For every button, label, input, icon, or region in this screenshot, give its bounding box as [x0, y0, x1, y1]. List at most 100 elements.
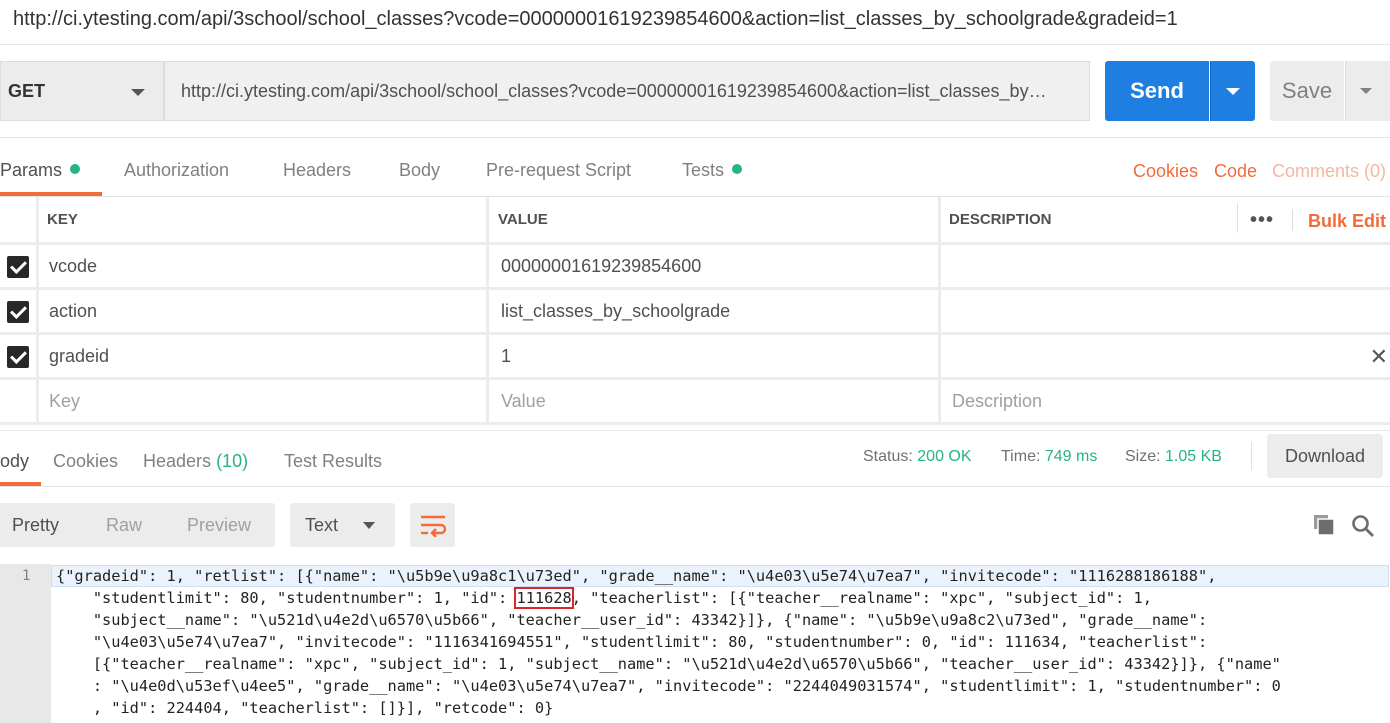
checkbox-checked-icon[interactable]	[7, 255, 29, 278]
cookies-link[interactable]: Cookies	[1133, 161, 1198, 182]
tab-params[interactable]: Params	[0, 160, 81, 181]
divider	[0, 430, 1390, 431]
code-text: , "teacherlist": [{"teacher__realname": …	[571, 589, 1152, 607]
row-checkbox-cell	[0, 245, 36, 288]
column-header-description: DESCRIPTION ••• Bulk Edit	[941, 197, 1390, 242]
new-description-input[interactable]: Description	[941, 380, 1390, 423]
bulk-edit-link[interactable]: Bulk Edit	[1308, 211, 1386, 232]
code-text: , "id": 224404, "teacherlist": []}], "re…	[56, 699, 554, 717]
param-description[interactable]: ✕	[941, 335, 1390, 378]
new-value-input[interactable]: Value	[489, 380, 938, 423]
code-line: "studentlimit": 80, "studentnumber": 1, …	[56, 587, 1152, 609]
save-options-button[interactable]	[1345, 61, 1390, 121]
tab-test-results[interactable]: Test Results	[284, 451, 382, 472]
view-preview-button[interactable]: Preview	[187, 515, 251, 536]
send-options-button[interactable]	[1210, 61, 1255, 121]
highlighted-id: 111628	[514, 587, 574, 609]
format-select[interactable]: Text	[290, 503, 395, 547]
param-key[interactable]: vcode	[39, 245, 486, 288]
tab-label: Tests	[682, 160, 725, 180]
tab-body[interactable]: Body	[399, 160, 440, 181]
code-link[interactable]: Code	[1214, 161, 1257, 182]
param-value[interactable]: 00000001619239854600	[489, 245, 938, 288]
divider	[0, 137, 1390, 138]
time-readout: Time: 749 ms	[1001, 448, 1097, 466]
tab-response-body[interactable]: ody	[0, 451, 29, 472]
param-value[interactable]: list_classes_by_schoolgrade	[489, 290, 938, 333]
url-input[interactable]: http://ci.ytesting.com/api/3school/schoo…	[164, 61, 1090, 121]
checkbox-checked-icon[interactable]	[7, 345, 29, 368]
code-text: [{"teacher__realname": "xpc", "subject_i…	[56, 655, 1281, 673]
code-line: {"gradeid": 1, "retlist": [{"name": "\u5…	[56, 565, 1216, 587]
wrap-lines-icon	[420, 515, 446, 537]
table-header-row: KEY VALUE DESCRIPTION ••• Bulk Edit	[0, 197, 1390, 245]
table-row: gradeid 1 ✕	[0, 335, 1390, 380]
checkbox-checked-icon[interactable]	[7, 300, 29, 323]
table-row: vcode 00000001619239854600	[0, 245, 1390, 290]
row-divider	[0, 422, 1390, 425]
code-line: : "\u4e0d\u53ef\u4ee5", "grade__name": "…	[56, 675, 1281, 697]
send-button[interactable]: Send	[1105, 61, 1209, 121]
tab-response-cookies[interactable]: Cookies	[53, 451, 118, 472]
time-value: 749 ms	[1044, 448, 1098, 465]
divider	[0, 486, 1390, 487]
search-icon[interactable]	[1351, 514, 1375, 543]
column-header-description-label: DESCRIPTION	[949, 211, 1052, 228]
view-pretty-button[interactable]: Pretty	[12, 515, 59, 536]
tab-authorization[interactable]: Authorization	[124, 160, 229, 181]
status-readout: Status: 200 OK	[863, 448, 972, 466]
download-button[interactable]: Download	[1267, 434, 1383, 478]
column-header-value: VALUE	[489, 197, 938, 242]
tab-response-headers[interactable]: Headers (10)	[143, 451, 248, 472]
param-value[interactable]: 1	[489, 335, 938, 378]
response-body-editor[interactable]: 1 {"gradeid": 1, "retlist": [{"name": "\…	[0, 564, 1390, 723]
code-text: : "\u4e0d\u53ef\u4ee5", "grade__name": "…	[56, 677, 1281, 695]
line-gutter: 1	[0, 564, 51, 723]
table-row: action list_classes_by_schoolgrade	[0, 290, 1390, 335]
row-checkbox-cell	[0, 290, 36, 333]
size-value: 1.05 KB	[1165, 448, 1222, 465]
row-checkbox-cell	[0, 335, 36, 378]
tab-label: Headers	[143, 451, 212, 471]
code-line: [{"teacher__realname": "xpc", "subject_i…	[56, 653, 1281, 675]
code-text: "\u4e03\u5e74\u7ea7", "invitecode": "111…	[56, 633, 1208, 651]
code-line: "\u4e03\u5e74\u7ea7", "invitecode": "111…	[56, 631, 1207, 653]
divider	[1237, 203, 1238, 233]
comments-link[interactable]: Comments (0)	[1272, 161, 1386, 182]
param-key[interactable]: gradeid	[39, 335, 486, 378]
save-button[interactable]: Save	[1270, 61, 1344, 121]
header-checkbox-cell	[0, 197, 36, 242]
view-mode-group: Pretty Raw Preview	[0, 503, 275, 547]
tab-tests[interactable]: Tests	[682, 160, 743, 181]
code-text: "subject__name": "\u521d\u4e2d\u6570\u5b…	[56, 611, 1208, 629]
method-label: GET	[8, 80, 46, 101]
param-description[interactable]	[941, 245, 1390, 288]
tab-headers[interactable]: Headers	[283, 160, 351, 181]
headers-count: (10)	[216, 451, 249, 471]
wrap-lines-button[interactable]	[410, 503, 455, 547]
code-line: "subject__name": "\u521d\u4e2d\u6570\u5b…	[56, 609, 1207, 631]
param-description[interactable]	[941, 290, 1390, 333]
time-label: Time:	[1001, 448, 1041, 465]
format-label: Text	[305, 514, 339, 535]
param-key[interactable]: action	[39, 290, 486, 333]
code-text: {"gradeid": 1, "retlist": [{"name": "\u5…	[56, 567, 1217, 585]
code-text: "studentlimit": 80, "studentnumber": 1, …	[56, 589, 517, 607]
status-label: Status:	[863, 448, 913, 465]
new-key-input[interactable]: Key	[39, 380, 486, 423]
indicator-dot-icon	[732, 164, 743, 174]
column-header-key: KEY	[39, 197, 486, 242]
chevron-down-icon	[131, 89, 145, 96]
close-icon[interactable]: ✕	[1370, 344, 1388, 370]
divider	[0, 44, 1390, 45]
method-select[interactable]: GET	[0, 61, 164, 121]
divider	[1292, 209, 1293, 231]
indicator-dot-icon	[70, 164, 81, 174]
tab-label: Params	[0, 160, 63, 180]
copy-icon[interactable]	[1313, 514, 1335, 541]
line-number: 1	[22, 568, 31, 584]
more-options-icon[interactable]: •••	[1250, 209, 1274, 232]
tab-pre-request-script[interactable]: Pre-request Script	[486, 160, 631, 181]
view-raw-button[interactable]: Raw	[106, 515, 142, 536]
size-readout: Size: 1.05 KB	[1125, 448, 1222, 466]
